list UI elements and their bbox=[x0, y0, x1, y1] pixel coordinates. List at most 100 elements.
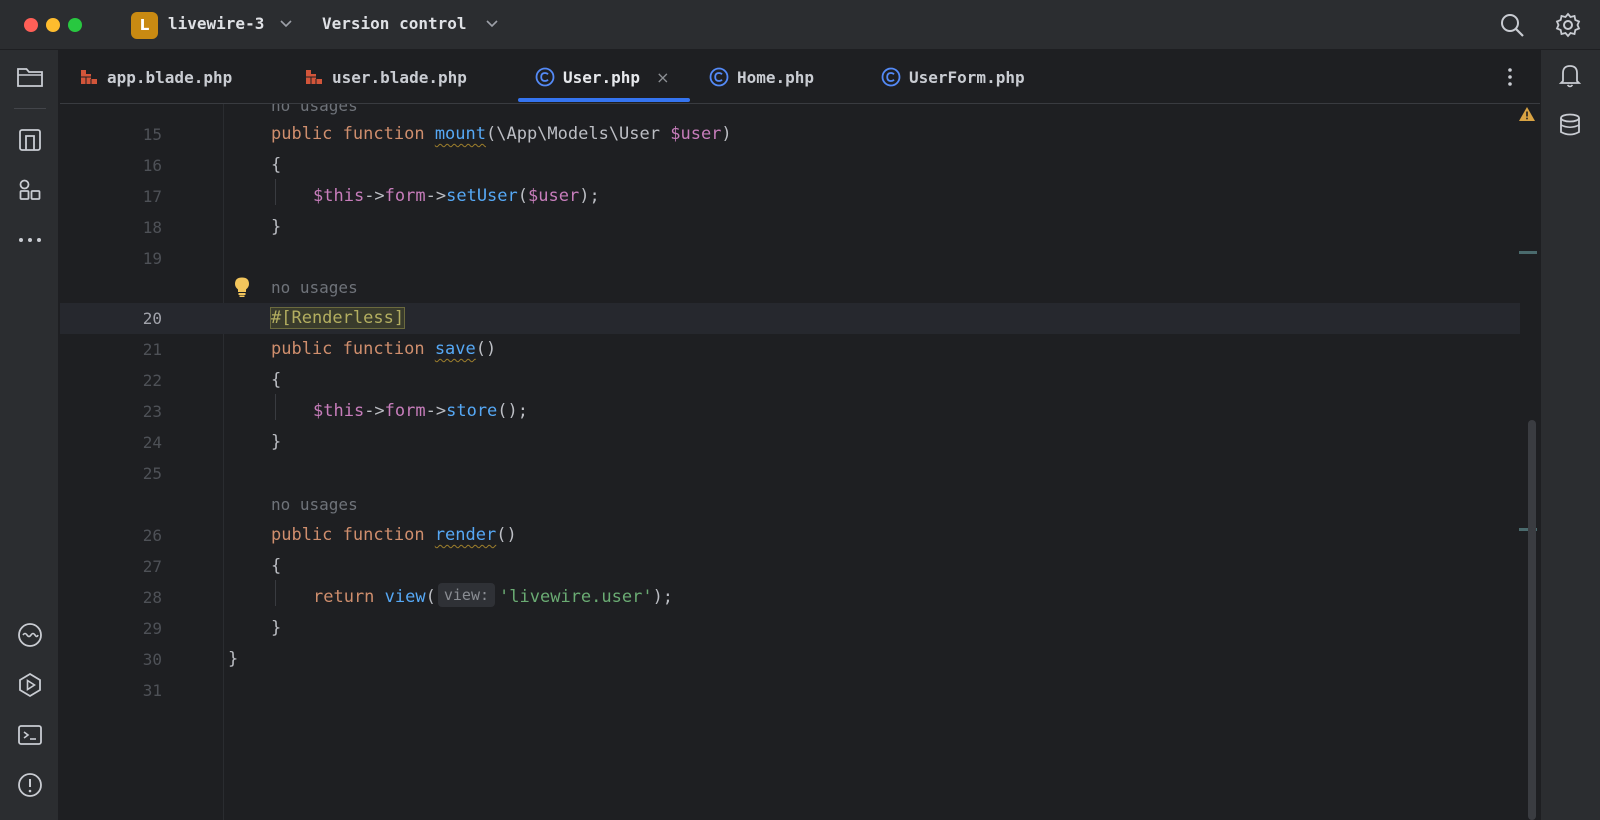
notifications-bell-icon[interactable] bbox=[1555, 60, 1585, 90]
code-line: 19 bbox=[60, 243, 1520, 274]
line-number[interactable]: 29 bbox=[60, 613, 162, 644]
more-tools-icon[interactable] bbox=[15, 225, 45, 255]
tab-home-php[interactable]: Home.php bbox=[708, 50, 814, 104]
vertical-scrollbar[interactable] bbox=[1528, 420, 1536, 820]
variable: $user bbox=[670, 124, 722, 144]
editor-tab-bar: app.blade.php user.blade.php User.php × … bbox=[60, 50, 1540, 104]
keyword: return bbox=[313, 587, 375, 607]
tab-userform-php[interactable]: UserForm.php bbox=[880, 50, 1025, 104]
services-icon[interactable] bbox=[15, 620, 45, 650]
line-number[interactable]: 23 bbox=[60, 396, 162, 427]
code-token: () bbox=[475, 339, 497, 359]
code-token: ( bbox=[425, 587, 436, 607]
code-token: (); bbox=[497, 401, 529, 421]
code-token: -> bbox=[425, 401, 447, 421]
line-number[interactable]: 24 bbox=[60, 427, 162, 458]
line-number[interactable]: 26 bbox=[60, 520, 162, 551]
search-icon[interactable] bbox=[1497, 10, 1527, 40]
code-token: -> bbox=[425, 186, 447, 206]
plugins-icon[interactable] bbox=[15, 175, 45, 205]
project-selector[interactable]: livewire-3 bbox=[168, 14, 264, 33]
version-control-selector[interactable]: Version control bbox=[322, 14, 467, 33]
folder-icon[interactable] bbox=[15, 62, 45, 92]
code-text: } bbox=[228, 649, 239, 669]
property: form bbox=[384, 401, 426, 421]
project-badge[interactable]: L bbox=[131, 12, 158, 39]
code-line-current: 20 #[Renderless] bbox=[60, 303, 1520, 334]
window-minimize-button[interactable] bbox=[46, 18, 60, 32]
left-tool-strip bbox=[0, 50, 59, 820]
gear-icon[interactable] bbox=[1553, 10, 1583, 40]
keyword: public bbox=[271, 124, 333, 144]
code-line: 25 bbox=[60, 458, 1520, 489]
code-token: (\App\Models\User bbox=[486, 124, 671, 144]
usage-hint[interactable]: no usages bbox=[271, 272, 358, 303]
database-icon[interactable] bbox=[1555, 110, 1585, 140]
code-line: 17 $this->form->setUser($user); bbox=[60, 181, 1520, 212]
line-number[interactable]: 20 bbox=[60, 303, 162, 334]
function-name: render bbox=[434, 525, 497, 545]
line-number[interactable]: 31 bbox=[60, 675, 162, 706]
line-number[interactable]: 17 bbox=[60, 181, 162, 212]
code-text: } bbox=[271, 432, 282, 452]
tab-user-php[interactable]: User.php × bbox=[534, 50, 669, 104]
variable: $this bbox=[313, 401, 365, 421]
line-number[interactable]: 21 bbox=[60, 334, 162, 365]
run-icon[interactable] bbox=[15, 670, 45, 700]
tab-app-blade[interactable]: app.blade.php bbox=[78, 50, 232, 104]
string-literal: 'livewire.user' bbox=[499, 587, 653, 607]
line-number[interactable]: 19 bbox=[60, 243, 162, 274]
indent-guide bbox=[275, 580, 276, 606]
code-editor[interactable]: no usages 15 public function mount(\App\… bbox=[60, 104, 1540, 820]
code-line: 27 { bbox=[60, 551, 1520, 582]
code-line: 22 { bbox=[60, 365, 1520, 396]
line-number[interactable]: 28 bbox=[60, 582, 162, 613]
code-token: ) bbox=[721, 124, 732, 144]
blade-icon bbox=[81, 70, 97, 84]
scroll-marker[interactable] bbox=[1519, 251, 1537, 254]
line-number[interactable]: 22 bbox=[60, 365, 162, 396]
structure-icon[interactable] bbox=[15, 125, 45, 155]
separator bbox=[14, 108, 46, 109]
warning-icon[interactable] bbox=[1518, 106, 1536, 122]
code-text: } bbox=[271, 618, 282, 638]
title-bar: L livewire-3 Version control bbox=[0, 0, 1600, 50]
function-call: store bbox=[446, 401, 498, 421]
tab-label: UserForm.php bbox=[909, 67, 1025, 87]
keyword: public bbox=[271, 525, 333, 545]
line-number[interactable]: 15 bbox=[60, 119, 162, 150]
tab-label: User.php bbox=[563, 67, 641, 87]
line-number[interactable]: 30 bbox=[60, 644, 162, 675]
window-close-button[interactable] bbox=[24, 18, 38, 32]
chevron-down-icon[interactable] bbox=[485, 16, 499, 30]
chevron-down-icon[interactable] bbox=[279, 16, 293, 30]
code-token: () bbox=[496, 525, 517, 545]
code-text: #[Renderless] bbox=[269, 303, 406, 334]
line-number[interactable]: 18 bbox=[60, 212, 162, 243]
line-number[interactable]: 25 bbox=[60, 458, 162, 489]
indent-guide bbox=[275, 394, 276, 420]
function-name: save bbox=[434, 339, 476, 359]
problems-icon[interactable] bbox=[15, 770, 45, 800]
code-line: 28 return view(view:'livewire.user'); bbox=[60, 582, 1520, 613]
code-token: -> bbox=[364, 186, 385, 206]
line-number[interactable]: 27 bbox=[60, 551, 162, 582]
window-maximize-button[interactable] bbox=[68, 18, 82, 32]
close-icon[interactable]: × bbox=[656, 68, 669, 87]
more-vertical-icon[interactable] bbox=[1498, 63, 1522, 91]
code-line: 18 } bbox=[60, 212, 1520, 243]
lightbulb-icon[interactable] bbox=[233, 276, 251, 298]
code-text: public function render() bbox=[271, 520, 517, 551]
keyword: function bbox=[342, 124, 425, 144]
usage-hint[interactable]: no usages bbox=[271, 489, 358, 520]
code-line: 21 public function save() bbox=[60, 334, 1520, 365]
variable: $this bbox=[313, 186, 365, 206]
code-token: ); bbox=[652, 587, 674, 607]
code-token: ); bbox=[579, 186, 600, 206]
line-number[interactable]: 16 bbox=[60, 150, 162, 181]
tab-user-blade[interactable]: user.blade.php bbox=[303, 50, 467, 104]
terminal-icon[interactable] bbox=[15, 720, 45, 750]
code-line: 29 } bbox=[60, 613, 1520, 644]
tab-label: user.blade.php bbox=[332, 67, 467, 87]
code-line: 24 } bbox=[60, 427, 1520, 458]
